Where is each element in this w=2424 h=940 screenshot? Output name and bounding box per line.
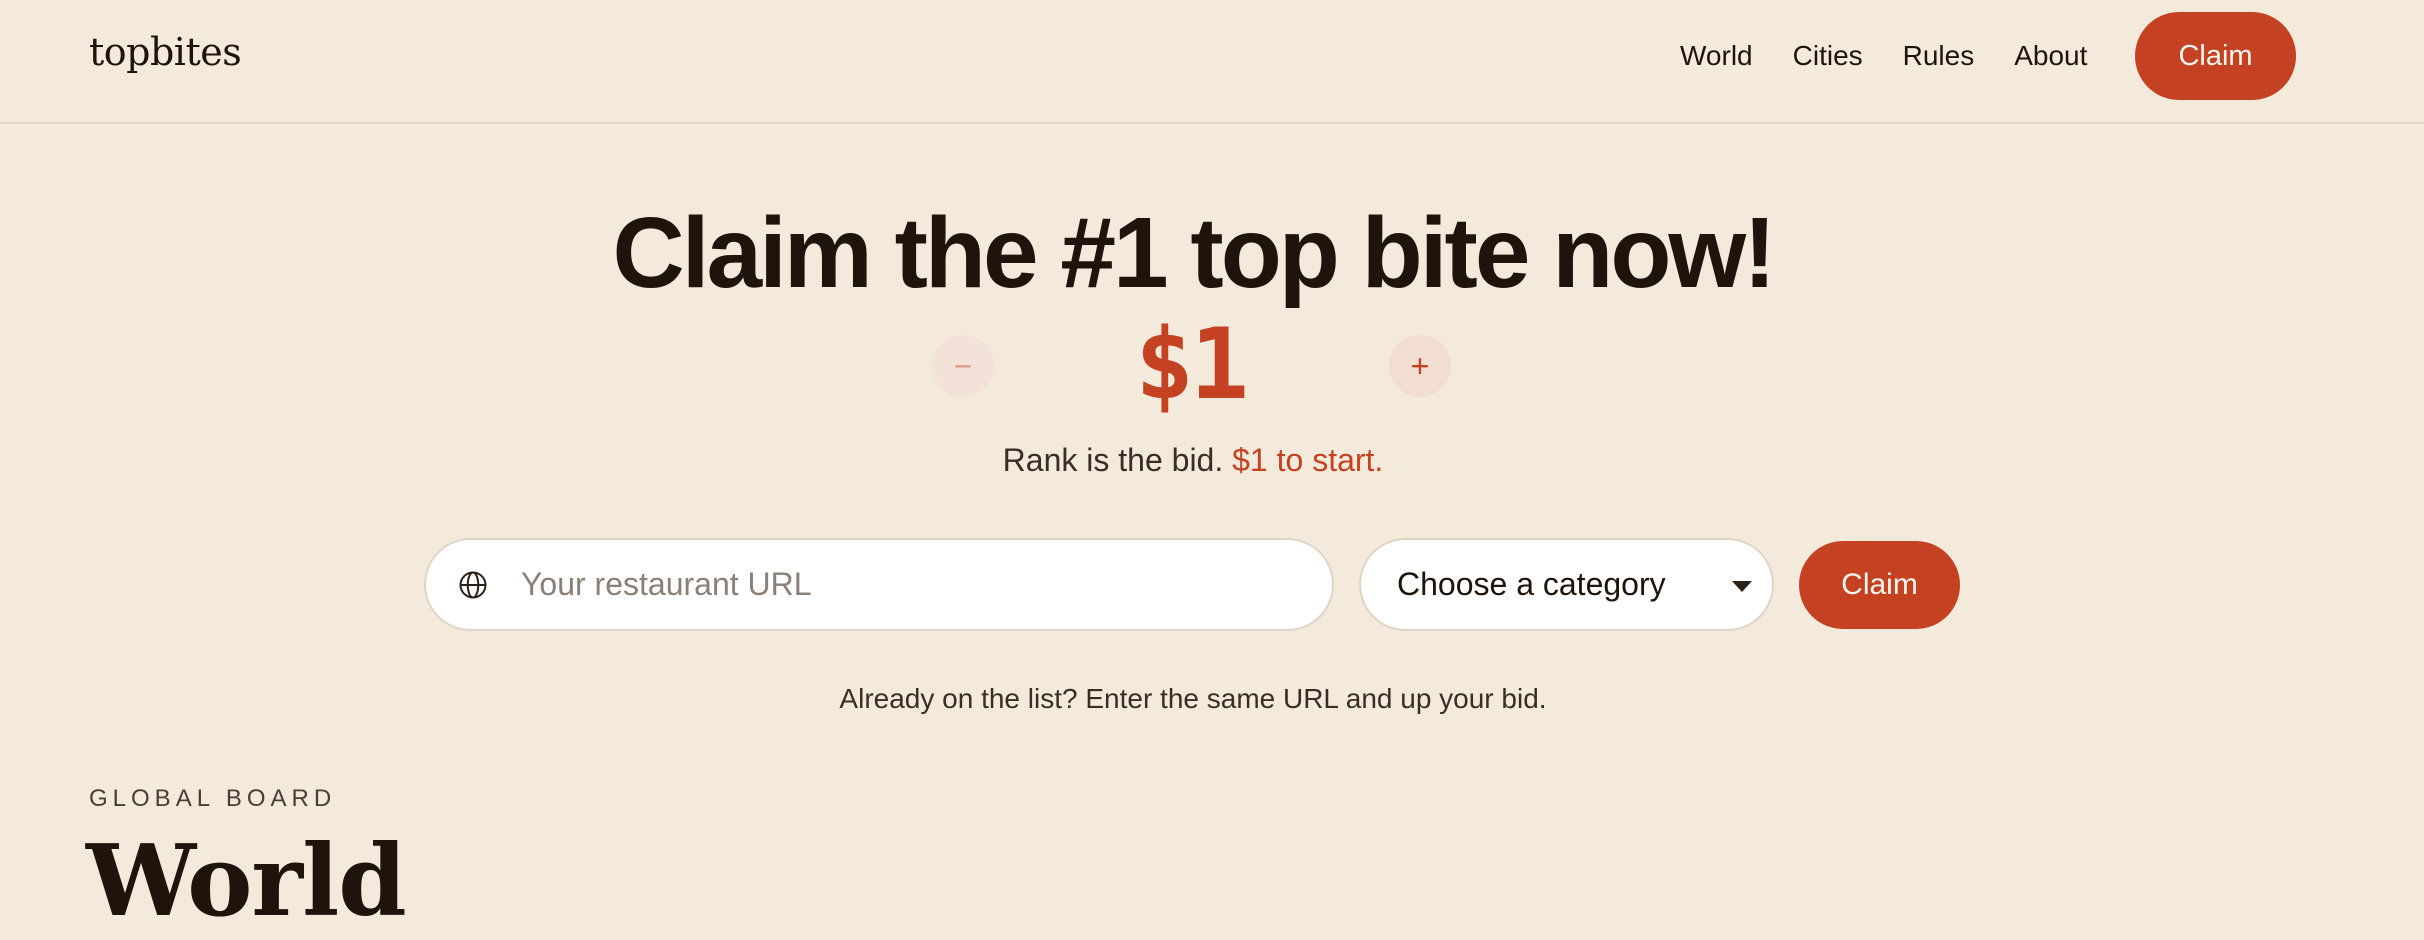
claim-submit-button[interactable]: Claim (1799, 541, 1960, 629)
header-claim-button[interactable]: Claim (2135, 12, 2296, 100)
main-nav: World Cities Rules About (1680, 0, 2127, 112)
nav-link-about[interactable]: About (2014, 40, 2087, 72)
url-field (424, 538, 1334, 631)
bid-price: $1 (1134, 308, 1249, 422)
nav-link-world[interactable]: World (1680, 40, 1753, 72)
decrease-bid-button[interactable]: − (932, 335, 994, 397)
hero-title: Claim the #1 top bite now! (612, 197, 1777, 309)
chevron-down-icon (1732, 581, 1752, 592)
globe-icon (459, 571, 487, 599)
category-select-label: Choose a category (1397, 566, 1666, 602)
helper-text: Already on the list? Enter the same URL … (839, 683, 1547, 714)
increase-bid-button[interactable]: + (1389, 335, 1451, 397)
rank-description: Rank is the bid. $1 to start. (0, 442, 2386, 479)
category-select[interactable]: Choose a category (1359, 538, 1774, 631)
restaurant-url-input[interactable] (521, 540, 1301, 629)
board-eyebrow: GLOBAL BOARD (89, 785, 337, 812)
site-header: topbites World Cities Rules About Claim (0, 0, 2424, 124)
board-title: World (86, 824, 407, 939)
nav-link-rules[interactable]: Rules (1903, 40, 1975, 72)
rank-text: Rank is the bid. (1002, 442, 1224, 478)
nav-link-cities[interactable]: Cities (1793, 40, 1863, 72)
rank-start-price: $1 to start. (1232, 442, 1384, 478)
logo[interactable]: topbites (89, 30, 242, 74)
